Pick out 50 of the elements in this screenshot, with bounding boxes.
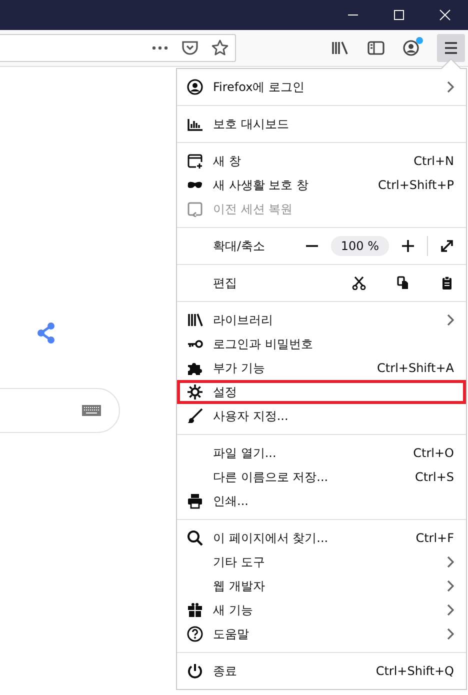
menu-item[interactable]: 부가 기능 Ctrl+Shift+A xyxy=(177,356,466,380)
zoom-reset-button[interactable]: 100 % xyxy=(330,236,389,256)
settings-icon xyxy=(187,384,203,400)
gift-icon xyxy=(187,602,203,618)
share-icon xyxy=(36,322,56,344)
new-window-icon xyxy=(187,153,203,169)
restore-icon xyxy=(187,201,203,217)
menu-item[interactable]: 종료 Ctrl+Shift+Q xyxy=(177,659,466,683)
menu-item[interactable]: 로그인과 비밀번호 xyxy=(177,332,466,356)
menu-item[interactable]: 웹 개발자 xyxy=(177,574,466,598)
menu-item[interactable]: 기타 도구 xyxy=(177,550,466,574)
address-bar[interactable] xyxy=(0,34,236,62)
chart-icon xyxy=(187,116,203,132)
menu-item[interactable]: 다른 이름으로 저장... Ctrl+S xyxy=(177,465,466,489)
account-icon[interactable] xyxy=(403,40,419,56)
zoom-in-icon[interactable] xyxy=(401,239,415,253)
sidebar-icon[interactable] xyxy=(367,40,385,56)
search-field[interactable] xyxy=(0,388,120,433)
menu-item[interactable]: 인쇄... xyxy=(177,489,466,513)
menu-item[interactable]: 사용자 지정... xyxy=(177,404,466,428)
library-icon xyxy=(187,312,203,328)
menu-button[interactable] xyxy=(437,34,465,62)
puzzle-icon xyxy=(187,360,203,376)
search-icon xyxy=(187,530,203,546)
help-icon xyxy=(187,626,203,642)
paste-icon[interactable] xyxy=(440,276,454,290)
menu-item[interactable]: 설정 xyxy=(177,380,466,404)
menu-item[interactable]: 새 기능 xyxy=(177,598,466,622)
edit-label: 편집 xyxy=(213,274,238,292)
menu-item[interactable]: Firefox에 로그인 xyxy=(177,75,466,99)
library-icon[interactable] xyxy=(331,40,349,56)
pocket-icon[interactable] xyxy=(181,40,199,56)
account-icon xyxy=(187,79,203,95)
power-icon xyxy=(187,663,203,679)
menu-item[interactable]: 새 창 Ctrl+N xyxy=(177,149,466,173)
menu-item[interactable]: 라이브러리 xyxy=(177,308,466,332)
menu-item[interactable]: 파일 열기... Ctrl+O xyxy=(177,441,466,465)
fullscreen-icon[interactable] xyxy=(440,239,454,253)
star-icon[interactable] xyxy=(211,39,229,57)
menu-icon xyxy=(443,41,459,55)
cut-icon[interactable] xyxy=(352,276,366,290)
copy-icon[interactable] xyxy=(396,276,410,290)
menu-item[interactable]: 이 페이지에서 찾기... Ctrl+F xyxy=(177,526,466,550)
brush-icon xyxy=(187,408,203,424)
menu-item[interactable]: 도움말 xyxy=(177,622,466,646)
menu-item[interactable]: 새 사생활 보호 창 Ctrl+Shift+P xyxy=(177,173,466,197)
keyboard-icon[interactable] xyxy=(82,405,101,416)
zoom-label: 확대/축소 xyxy=(213,238,266,254)
printer-icon xyxy=(187,493,203,509)
menu-item[interactable]: 보호 대시보드 xyxy=(177,112,466,136)
